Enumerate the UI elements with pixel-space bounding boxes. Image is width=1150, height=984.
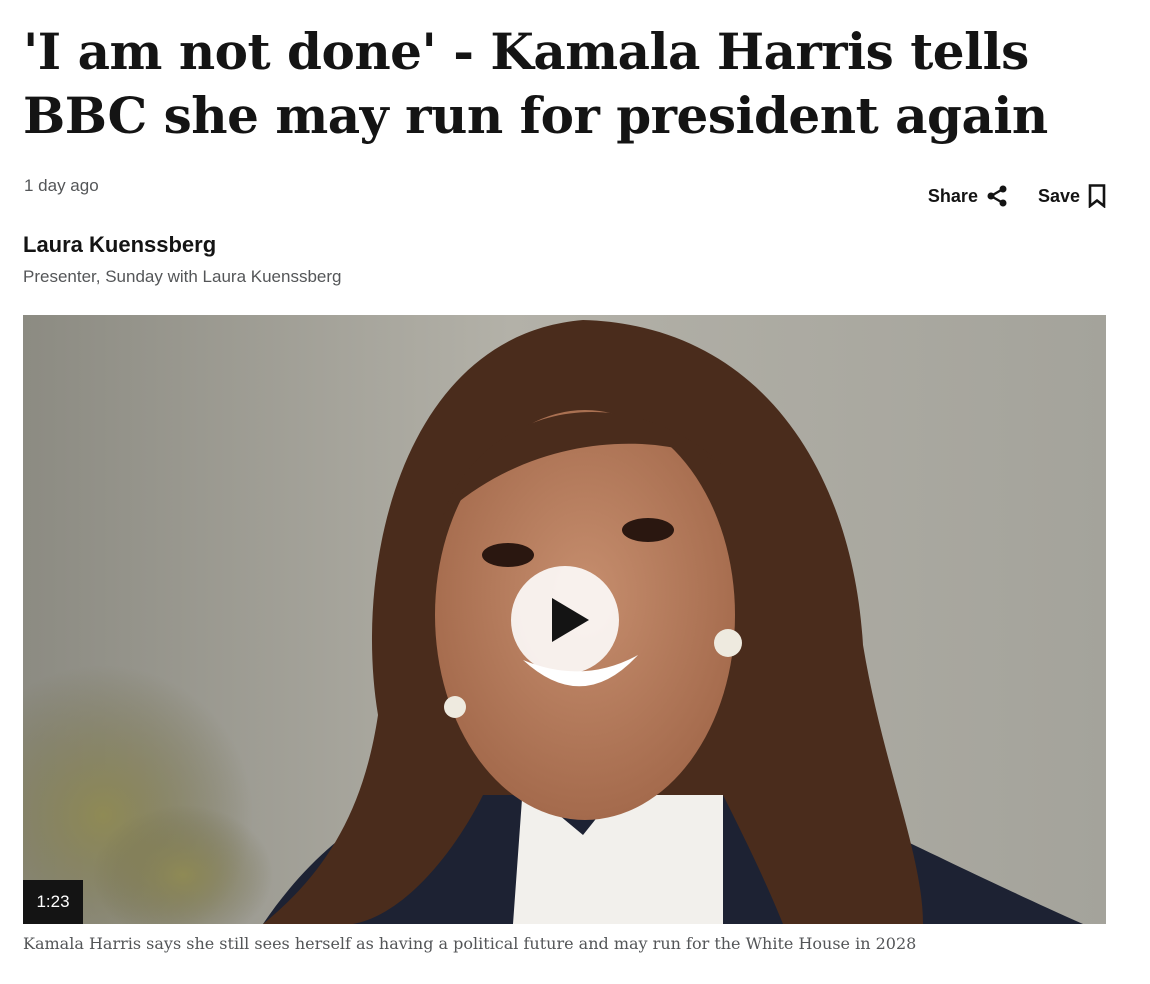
bookmark-icon <box>1088 184 1106 208</box>
play-icon <box>552 598 589 642</box>
author-role: Presenter, Sunday with Laura Kuenssberg <box>23 267 342 286</box>
play-button[interactable] <box>511 566 619 674</box>
video-duration: 1:23 <box>23 880 83 924</box>
article-timestamp: 1 day ago <box>24 176 99 195</box>
video-player[interactable]: 1:23 <box>23 315 1106 924</box>
share-label: Share <box>927 185 978 206</box>
save-label: Save <box>1037 185 1080 206</box>
save-button[interactable]: Save <box>1038 181 1106 211</box>
article-actions: Share Save <box>928 181 1106 211</box>
share-icon <box>986 185 1008 207</box>
share-button[interactable]: Share <box>928 181 1008 211</box>
author-name[interactable]: Laura Kuenssberg <box>23 232 216 258</box>
video-caption: Kamala Harris says she still sees hersel… <box>23 934 917 953</box>
article-headline: 'I am not done' - Kamala Harris tells BB… <box>23 22 1048 145</box>
